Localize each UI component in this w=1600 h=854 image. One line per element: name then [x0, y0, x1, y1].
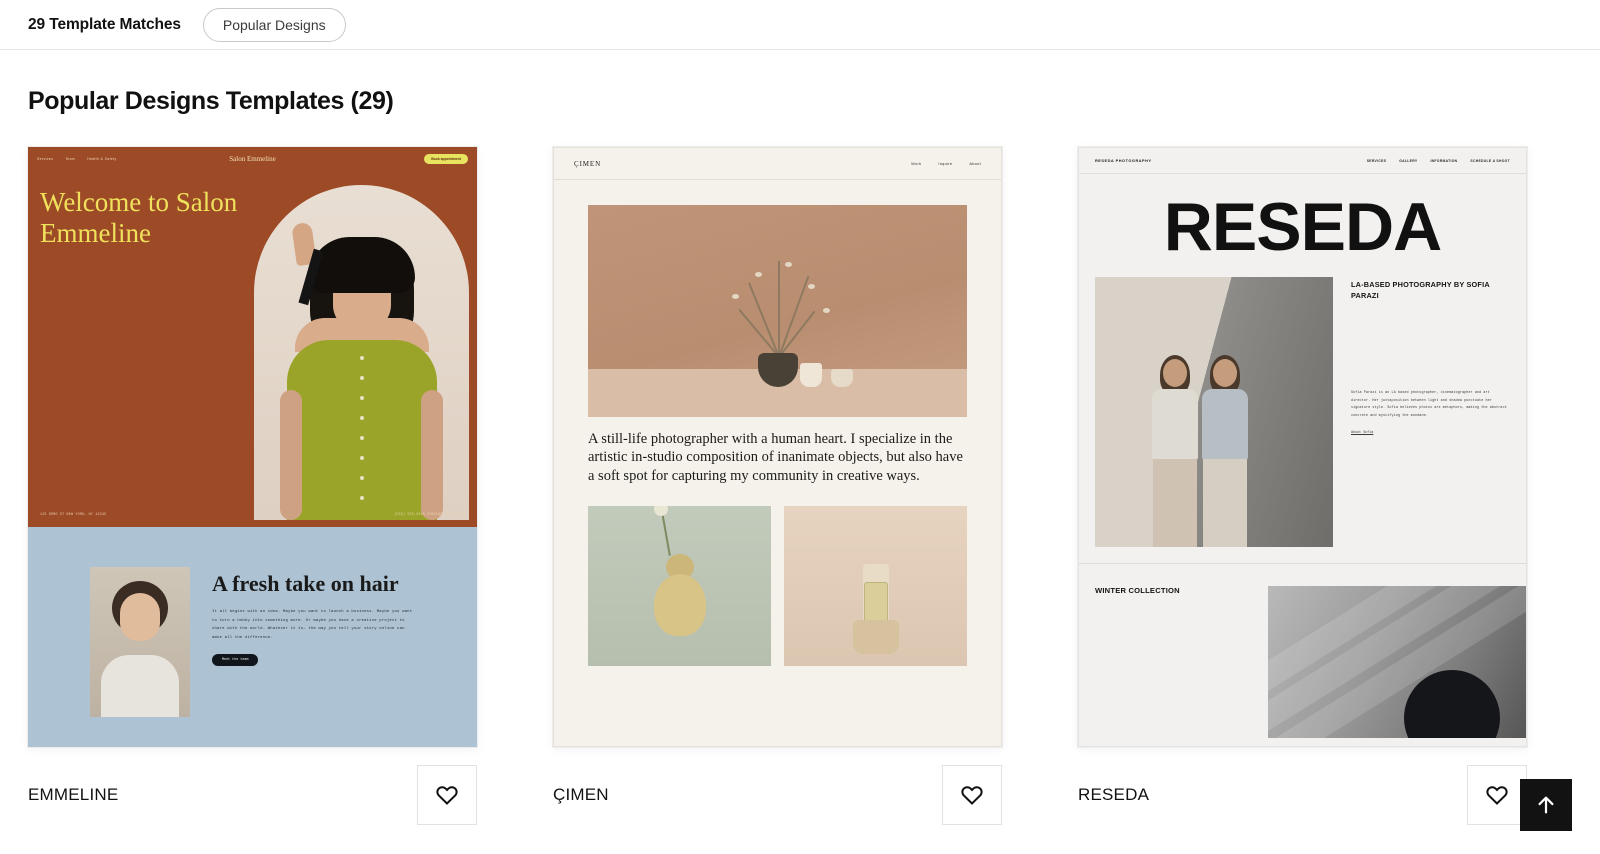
- emmeline-brand: Salon Emmeline: [229, 155, 276, 163]
- emmeline-hero-image: [254, 185, 469, 520]
- emmeline-section-title: A fresh take on hair: [212, 571, 399, 596]
- reseda-collection-label: WINTER COLLECTION: [1095, 585, 1180, 595]
- reseda-brand: RESEDA PHOTOGRAPHY: [1095, 158, 1152, 163]
- match-count-label: 29 Template Matches: [28, 15, 181, 33]
- emmeline-cta-button: Book appointment: [424, 154, 468, 164]
- template-card-emmeline[interactable]: Services Team Health & Safety Salon Emme…: [28, 147, 477, 831]
- template-card-reseda[interactable]: RESEDA PHOTOGRAPHY SERVICES GALLERY INFO…: [1078, 147, 1527, 831]
- cimen-gallery: [588, 506, 967, 667]
- reseda-bio-link: About Sofia: [1351, 430, 1374, 435]
- cimen-nav-link-0: Work: [911, 161, 922, 166]
- cimen-navbar: ÇIMEN Work Inquire About: [554, 148, 1001, 180]
- favorite-button-cimen[interactable]: [942, 765, 1002, 825]
- page-title: Popular Designs Templates (29): [28, 87, 394, 115]
- filter-pill-popular-designs[interactable]: Popular Designs: [202, 7, 346, 42]
- reseda-nav-links: SERVICES GALLERY INFORMATION SCHEDULE A …: [1367, 159, 1510, 163]
- template-footer-reseda: RESEDA: [1078, 759, 1527, 831]
- template-footer-emmeline: EMMELINE: [28, 759, 477, 831]
- emmeline-section-body: It all begins with an idea. Maybe you wa…: [212, 609, 413, 640]
- template-grid: Services Team Health & Safety Salon Emme…: [0, 116, 1600, 831]
- reseda-nav-link-0: SERVICES: [1366, 158, 1387, 163]
- cimen-nav-link-1: Inquire: [938, 161, 953, 166]
- arrow-up-icon: [1538, 796, 1554, 814]
- emmeline-secondary-section: A fresh take on hair It all begins with …: [28, 527, 477, 747]
- cimen-nav-links: Work Inquire About: [911, 161, 981, 166]
- template-name-cimen: ÇIMEN: [553, 785, 609, 804]
- emmeline-contact-block: 123 DEMO ST NEW YORK, NY 12345 (555) 555…: [40, 511, 465, 517]
- cimen-hero-image: [588, 205, 967, 417]
- emmeline-navbar: Services Team Health & Safety Salon Emme…: [28, 147, 477, 171]
- heart-outline-icon: [1486, 786, 1508, 805]
- emmeline-hero-title: Welcome to Salon Emmeline: [40, 187, 238, 248]
- cimen-brand: ÇIMEN: [574, 159, 602, 168]
- favorite-button-reseda[interactable]: [1467, 765, 1527, 825]
- emmeline-portrait-image: [90, 567, 190, 717]
- emmeline-secondary-copy: A fresh take on hair It all begins with …: [190, 527, 417, 747]
- favorite-button-emmeline[interactable]: [417, 765, 477, 825]
- reseda-navbar: RESEDA PHOTOGRAPHY SERVICES GALLERY INFO…: [1079, 148, 1526, 174]
- template-card-cimen[interactable]: ÇIMEN Work Inquire About A still-life ph…: [553, 147, 1002, 831]
- reseda-nav-link-3: SCHEDULE A SHOOT: [1470, 158, 1510, 163]
- template-name-reseda: RESEDA: [1078, 785, 1150, 804]
- template-preview-reseda[interactable]: RESEDA PHOTOGRAPHY SERVICES GALLERY INFO…: [1078, 147, 1527, 747]
- cimen-gallery-image-1: [588, 506, 771, 667]
- template-name-emmeline: EMMELINE: [28, 785, 119, 804]
- reseda-bio: Sofia Parazi is an LA based photographer…: [1351, 390, 1507, 418]
- template-footer-cimen: ÇIMEN: [553, 759, 1002, 831]
- cimen-body-copy: A still-life photographer with a human h…: [588, 431, 963, 484]
- reseda-hero-image: [1095, 276, 1333, 547]
- template-preview-emmeline[interactable]: Services Team Health & Safety Salon Emme…: [28, 147, 477, 747]
- reseda-wordmark: RESEDA: [1163, 189, 1442, 265]
- emmeline-contact-address: 123 DEMO ST NEW YORK, NY 12345: [40, 511, 107, 516]
- emmeline-contact-phone: (555) 555-5555 EMAIL@EXAMPLE.COM: [394, 511, 465, 516]
- reseda-nav-link-1: GALLERY: [1399, 158, 1418, 163]
- scroll-to-top-button[interactable]: [1520, 779, 1572, 831]
- heart-outline-icon: [961, 786, 983, 805]
- results-toolbar: 29 Template Matches Popular Designs: [0, 0, 1600, 50]
- reseda-nav-link-2: INFORMATION: [1430, 158, 1458, 163]
- template-preview-cimen[interactable]: ÇIMEN Work Inquire About A still-life ph…: [553, 147, 1002, 747]
- cimen-gallery-image-2: [784, 506, 967, 667]
- cimen-nav-link-2: About: [969, 161, 981, 166]
- reseda-collection-image: [1268, 585, 1526, 738]
- reseda-subtitle: LA-BASED PHOTOGRAPHY BY SOFIA PARAZI: [1351, 279, 1490, 301]
- emmeline-hero-section: Services Team Health & Safety Salon Emme…: [28, 147, 477, 527]
- emmeline-section-button: Meet the team: [212, 654, 259, 667]
- heart-outline-icon: [436, 786, 458, 805]
